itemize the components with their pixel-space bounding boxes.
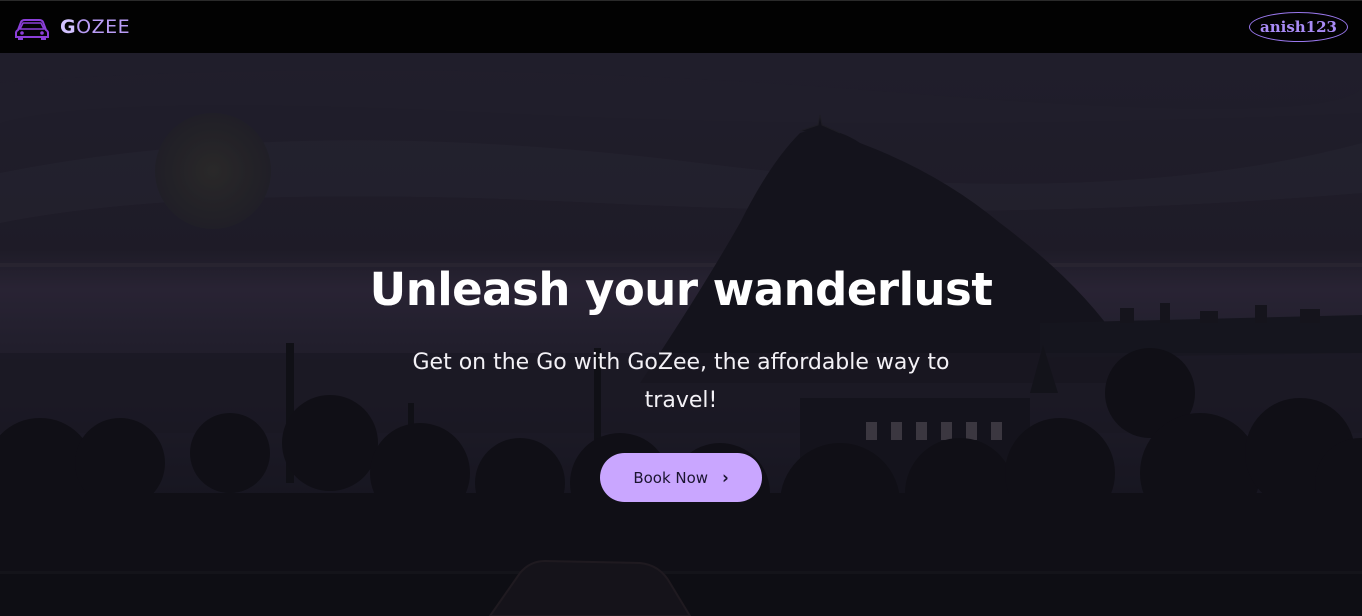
brand-initial: G (60, 16, 77, 38)
user-profile-button[interactable]: anish123 (1249, 12, 1348, 42)
hero-content: Unleash your wanderlust Get on the Go wi… (0, 53, 1362, 616)
book-now-label: Book Now (633, 468, 709, 487)
chevron-right-icon: › (722, 467, 729, 488)
car-icon (15, 19, 49, 40)
brand[interactable]: GOZEE (14, 13, 130, 41)
hero-subtitle: Get on the Go with GoZee, the affordable… (412, 350, 950, 413)
navbar: GOZEE anish123 (0, 0, 1362, 53)
brand-rest: OZEE (76, 16, 131, 38)
hero-section: Unleash your wanderlust Get on the Go wi… (0, 53, 1362, 616)
book-now-button[interactable]: Book Now › (600, 453, 762, 502)
brand-name: GOZEE (60, 16, 130, 38)
hero-title: Unleash your wanderlust (369, 263, 993, 316)
